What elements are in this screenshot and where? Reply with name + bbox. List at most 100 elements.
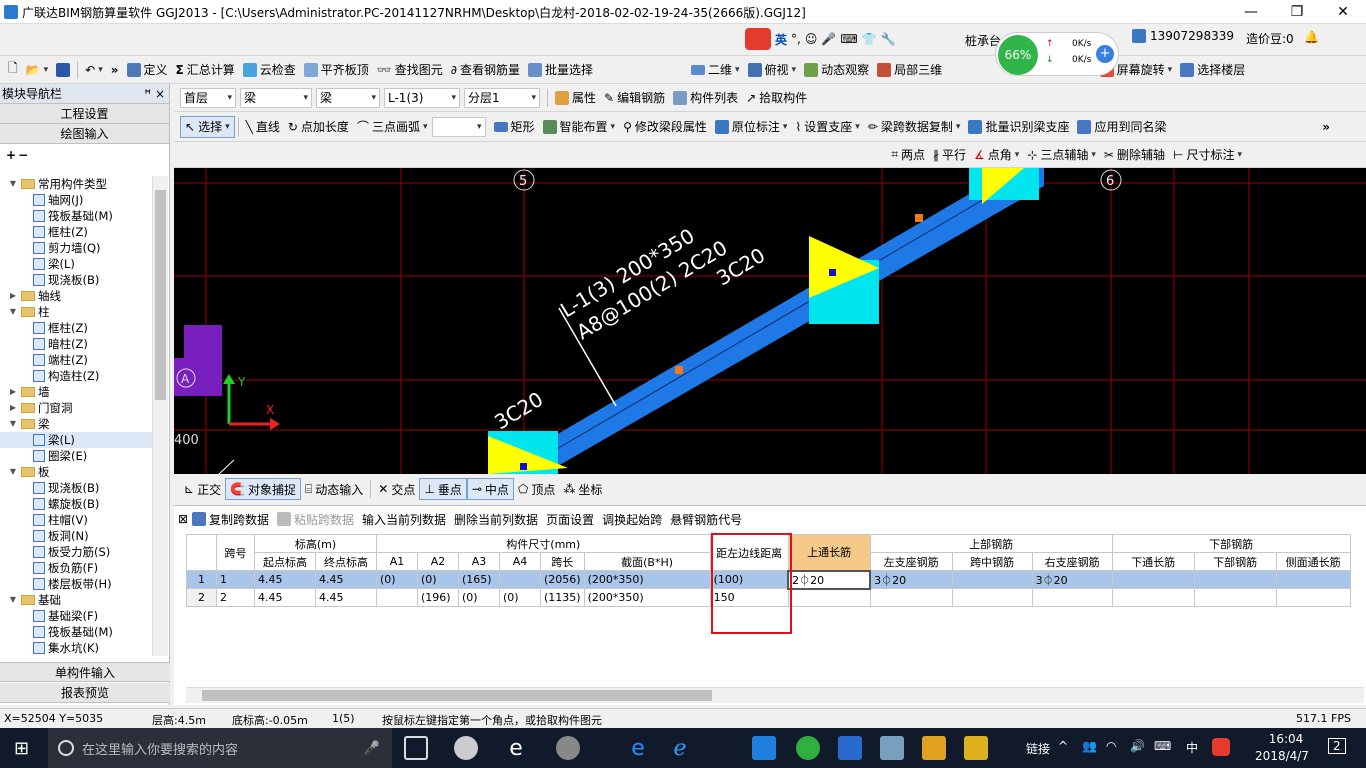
delete-axis-button[interactable]: ✂ 删除辅轴 — [1100, 144, 1169, 166]
batch-select-button[interactable]: 批量选择 — [524, 59, 597, 81]
section-report-preview[interactable]: 报表预览 — [0, 683, 170, 703]
start-icon[interactable]: ⊞ — [14, 738, 29, 759]
keyboard-icon[interactable]: ⌨ — [840, 32, 857, 46]
mic-icon[interactable]: 🎤 — [821, 32, 836, 46]
view-2d-button[interactable]: 二维 ▾ — [687, 59, 744, 81]
mic-search-icon[interactable]: 🎤 — [364, 741, 380, 756]
wifi-icon[interactable]: ◠ — [1106, 739, 1116, 753]
hdr-end-elev[interactable]: 终点标高 — [315, 552, 377, 571]
hdr-elevation[interactable]: 标高(m) — [254, 534, 377, 553]
new-icon[interactable]: 🗋 — [4, 59, 22, 81]
hdr-span-no[interactable]: 跨号 — [216, 534, 255, 571]
notes-icon[interactable] — [922, 736, 946, 760]
swap-start-span[interactable]: 调换起始跨 — [598, 508, 666, 530]
hdr-bottom-rebar[interactable]: 下部钢筋 — [1111, 534, 1351, 553]
delete-column-data[interactable]: 删除当前列数据 — [450, 508, 542, 530]
active-app-icon[interactable] — [838, 736, 862, 760]
hdr-a2[interactable]: A2 — [417, 552, 459, 571]
beam-body[interactable] — [489, 168, 1044, 474]
local-3d-button[interactable]: 局部三维 — [873, 59, 946, 81]
cloud-check-button[interactable]: 云检查 — [239, 59, 300, 81]
hdr-size[interactable]: 构件尺寸(mm) — [376, 534, 711, 553]
drawing-canvas[interactable]: 5 6 A L-1(3) 200*350 A8@100(2) 2C20 3C20… — [174, 168, 1366, 474]
define-button[interactable]: 定义 — [123, 59, 172, 81]
tree-folder[interactable]: ▼ 常用构件类型 — [0, 176, 152, 192]
tree-item[interactable]: 暗柱(Z) — [0, 336, 152, 352]
tree-folder[interactable]: ▼ 柱 — [0, 304, 152, 320]
tree-folder[interactable]: ▶ 轴线 — [0, 288, 152, 304]
hdr-section[interactable]: 截面(B*H) — [583, 552, 711, 571]
pick-component-button[interactable]: ↗ 拾取构件 — [742, 87, 811, 109]
set-support-button[interactable]: ⌇ 设置支座 ▾ — [791, 116, 863, 138]
expand-arrow-icon[interactable]: ▶ — [8, 288, 18, 304]
dynamic-view-button[interactable]: 动态观察 — [800, 59, 873, 81]
tree-item[interactable]: 板负筋(F) — [0, 560, 152, 576]
perpendicular-snap[interactable]: ⊥ 垂点 — [419, 478, 467, 500]
account[interactable]: 13907298339 — [1132, 29, 1234, 43]
hdr-a1[interactable]: A1 — [376, 552, 418, 571]
hdr-mid-span[interactable]: 跨中钢筋 — [951, 552, 1033, 571]
parallel-axis-button[interactable]: ∦ 平行 — [929, 144, 970, 166]
expand-arrow-icon[interactable]: ▼ — [8, 592, 18, 608]
page-setup[interactable]: 页面设置 — [542, 508, 598, 530]
tree-scrollbar[interactable] — [152, 176, 168, 656]
expand-arrow-icon[interactable]: ▼ — [8, 416, 18, 432]
add-icon[interactable]: + — [1096, 45, 1114, 63]
intersection-snap[interactable]: ✕ 交点 — [374, 478, 419, 500]
tree-item[interactable]: 现浇板(B) — [0, 272, 152, 288]
tree-scroll-thumb[interactable] — [155, 190, 166, 400]
tree-item[interactable]: 筏板基础(M) — [0, 624, 152, 640]
explorer-icon[interactable] — [880, 736, 904, 760]
midpoint-marker-2[interactable] — [915, 214, 923, 222]
emoji-icon[interactable]: ☺ — [805, 32, 818, 46]
bell-icon[interactable]: 🔔 — [1304, 30, 1319, 44]
midpoint-marker-1[interactable] — [675, 366, 683, 374]
panel-close-icon[interactable]: ⊠ — [174, 508, 188, 530]
find-element-button[interactable]: 👓 查找图元 — [373, 59, 447, 81]
summary-calc-button[interactable]: Σ 汇总计算 — [172, 59, 239, 81]
view-rebar-button[interactable]: ∂ 查看钢筋量 — [447, 59, 524, 81]
modify-span-button[interactable]: ⚲ 修改梁段属性 — [619, 116, 711, 138]
batch-identify-button[interactable]: 批量识别梁支座 — [964, 116, 1073, 138]
tree-item[interactable]: 楼层板带(H) — [0, 576, 152, 592]
two-point-axis-button[interactable]: ⌗ 两点 — [887, 144, 929, 166]
restore-button[interactable]: ❐ — [1274, 0, 1320, 24]
hdr-right-support[interactable]: 右支座钢筋 — [1031, 552, 1113, 571]
expand-arrow-icon[interactable]: ▼ — [8, 176, 18, 192]
arc-option-select[interactable]: ▾ — [431, 116, 486, 137]
toolbar-overflow-icon[interactable]: » — [1318, 116, 1334, 138]
help-icon[interactable] — [964, 736, 988, 760]
hdr-bottom-through[interactable]: 下通长筋 — [1111, 552, 1195, 571]
hdr-top-rebar[interactable]: 上部钢筋 — [869, 534, 1113, 553]
tree-item[interactable]: 框柱(Z) — [0, 320, 152, 336]
task-view-icon[interactable] — [404, 736, 428, 760]
open-icon[interactable]: 📂 ▾ — [22, 59, 52, 81]
tree-item[interactable]: 柱帽(V) — [0, 512, 152, 528]
vertex-snap[interactable]: ⬠ 顶点 — [514, 478, 559, 500]
properties-button[interactable]: 属性 — [551, 87, 600, 109]
line-tool-button[interactable]: ╲ 直线 — [242, 116, 284, 138]
tree-folder[interactable]: ▼ 梁 — [0, 416, 152, 432]
glodon-icon[interactable] — [752, 736, 776, 760]
grip-point-2[interactable] — [520, 463, 527, 470]
copy-span-data-button[interactable]: ✏ 梁跨数据复制 ▾ — [864, 116, 965, 138]
copy-span-data[interactable]: 复制跨数据 — [188, 508, 273, 530]
close-button[interactable]: ✕ — [1320, 0, 1366, 24]
pin-close-icon[interactable]: ꟸ × — [144, 84, 169, 103]
point-angle-button[interactable]: ∡ 点角 ▾ — [970, 144, 1023, 166]
sogou-tray-icon[interactable] — [1212, 738, 1230, 756]
tree-item[interactable]: 基础梁(F) — [0, 608, 152, 624]
top-view-button[interactable]: 俯视 ▾ — [744, 59, 801, 81]
expand-all-icon[interactable]: + — [6, 148, 18, 162]
select-floor-button[interactable]: 选择楼层 — [1176, 59, 1249, 81]
undo-icon[interactable]: ↶ ▾ — [81, 59, 107, 81]
smart-layout-button[interactable]: 智能布置 ▾ — [539, 116, 620, 138]
midpoint-snap[interactable]: ⊸ 中点 — [466, 478, 514, 500]
layer-select[interactable]: 分层1 ▾ — [464, 87, 540, 108]
coordinate-snap[interactable]: ⁂ 坐标 — [559, 478, 606, 500]
punct-icon[interactable]: °, — [791, 32, 801, 46]
tree-item[interactable]: 现浇板(B) — [0, 480, 152, 496]
object-snap-toggle[interactable]: 🧲 对象捕捉 — [225, 478, 302, 500]
tree-item[interactable]: 剪力墙(Q) — [0, 240, 152, 256]
tree-item[interactable]: 梁(L) — [0, 256, 152, 272]
